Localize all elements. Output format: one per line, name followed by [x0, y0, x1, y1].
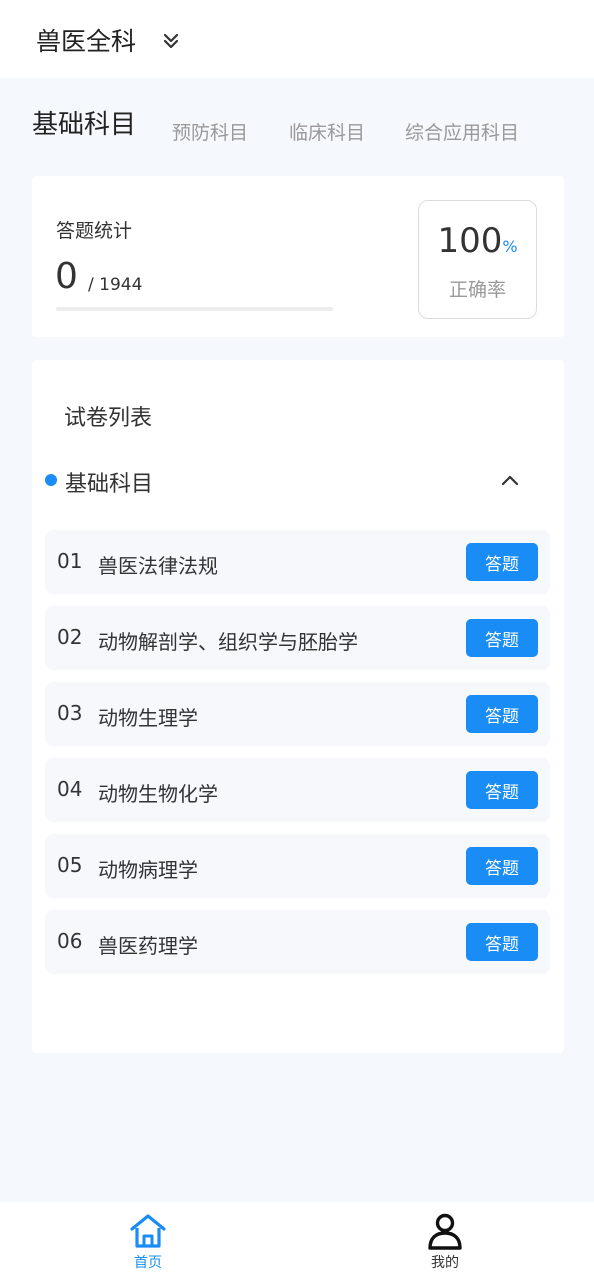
accuracy-value-wrap: 100%	[419, 221, 536, 261]
nav-home-label: 首页	[134, 1255, 162, 1271]
tab-basic[interactable]: 基础科目	[32, 104, 136, 141]
paper-name: 动物生物化学	[98, 782, 218, 806]
stats-label: 答题统计	[56, 220, 133, 242]
accuracy-box: 100% 正确率	[418, 200, 537, 319]
subject-tabs: 基础科目 预防科目 临床科目 综合应用科目	[0, 106, 594, 154]
answer-button[interactable]: 答题	[466, 543, 538, 581]
tab-prevention[interactable]: 预防科目	[172, 118, 248, 145]
total-count: / 1944	[88, 275, 143, 295]
group-title[interactable]: 基础科目	[65, 466, 153, 498]
accuracy-number: 100	[437, 221, 503, 261]
paper-number: 04	[57, 777, 83, 801]
paper-list-card: 试卷列表 基础科目 01 兽医法律法规 答题 02 动物解剖学、组织学与胚胎学 …	[32, 360, 564, 1053]
paper-name: 兽医药理学	[98, 934, 198, 958]
answer-button[interactable]: 答题	[466, 923, 538, 961]
top-bar: 兽医全科	[0, 0, 594, 78]
paper-list: 01 兽医法律法规 答题 02 动物解剖学、组织学与胚胎学 答题 03 动物生理…	[45, 530, 550, 986]
tab-comprehensive[interactable]: 综合应用科目	[405, 118, 519, 145]
home-icon	[130, 1214, 166, 1248]
paper-number: 02	[57, 625, 83, 649]
paper-row[interactable]: 01 兽医法律法规 答题	[45, 530, 550, 594]
paper-name: 动物病理学	[98, 858, 198, 882]
accuracy-label: 正确率	[448, 279, 506, 301]
group-dot	[45, 474, 57, 486]
paper-name: 兽医法律法规	[98, 554, 218, 578]
stats-card: 答题统计 0 / 1944 100% 正确率	[32, 176, 564, 337]
paper-row[interactable]: 03 动物生理学 答题	[45, 682, 550, 746]
paper-number: 03	[57, 701, 83, 725]
chevron-up-icon[interactable]	[498, 470, 522, 490]
nav-mine[interactable]: 我的	[405, 1210, 485, 1276]
nav-mine-label: 我的	[431, 1255, 459, 1271]
paper-number: 01	[57, 549, 83, 573]
answer-button[interactable]: 答题	[466, 847, 538, 885]
answer-button[interactable]: 答题	[466, 619, 538, 657]
paper-list-title: 试卷列表	[64, 406, 153, 431]
progress-bar	[56, 307, 333, 311]
answered-count: 0	[55, 256, 78, 297]
accuracy-unit: %	[502, 237, 518, 256]
paper-name: 动物生理学	[98, 706, 198, 730]
paper-row[interactable]: 06 兽医药理学 答题	[45, 910, 550, 974]
user-icon	[428, 1213, 462, 1250]
app-title[interactable]: 兽医全科	[36, 22, 136, 58]
answer-button[interactable]: 答题	[466, 695, 538, 733]
paper-name: 动物解剖学、组织学与胚胎学	[98, 630, 358, 654]
paper-row[interactable]: 02 动物解剖学、组织学与胚胎学 答题	[45, 606, 550, 670]
paper-number: 05	[57, 853, 83, 877]
paper-row[interactable]: 04 动物生物化学 答题	[45, 758, 550, 822]
paper-row[interactable]: 05 动物病理学 答题	[45, 834, 550, 898]
double-chevron-down-icon[interactable]	[162, 30, 180, 52]
bottom-nav: 首页 我的	[0, 1202, 594, 1280]
paper-number: 06	[57, 929, 83, 953]
nav-home[interactable]: 首页	[108, 1210, 188, 1276]
answer-button[interactable]: 答题	[466, 771, 538, 809]
tab-clinical[interactable]: 临床科目	[289, 118, 365, 145]
